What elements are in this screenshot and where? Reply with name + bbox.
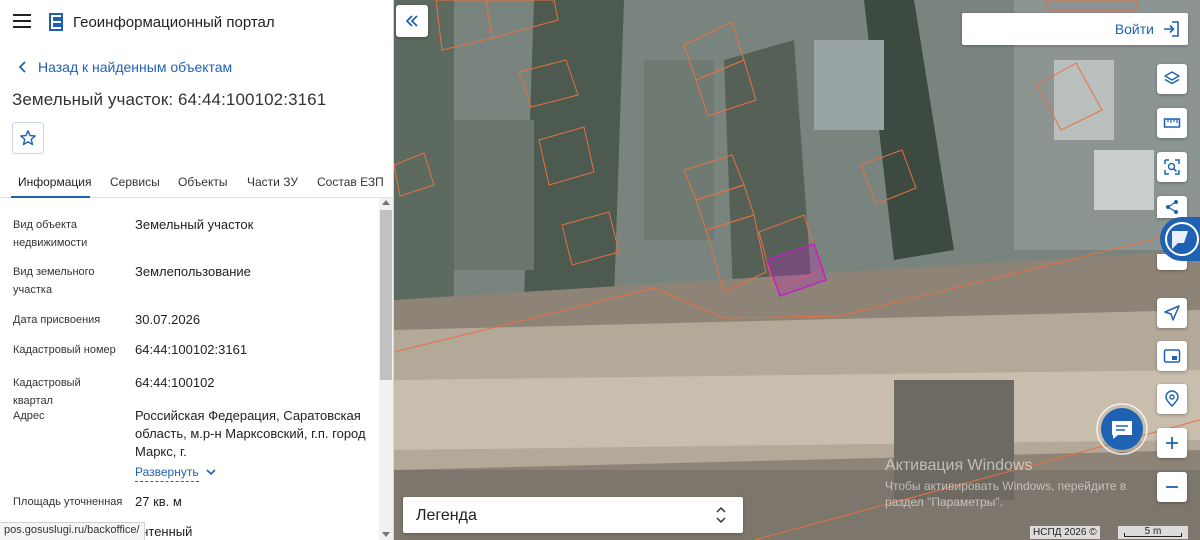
active-tab-indicator bbox=[11, 196, 90, 198]
assistant-icon bbox=[1160, 217, 1200, 261]
select-area-button[interactable] bbox=[1157, 152, 1187, 182]
windows-activation-line1: Чтобы активировать Windows, перейдите в bbox=[885, 479, 1127, 493]
chat-icon bbox=[1096, 403, 1148, 455]
menu-icon[interactable] bbox=[13, 14, 31, 28]
panel-header: Геоинформационный портал bbox=[0, 0, 393, 44]
windows-activation-title: Активация Windows bbox=[885, 457, 1033, 474]
info-label: Вид объекта недвижимости bbox=[13, 219, 88, 249]
chevron-down-icon bbox=[206, 468, 216, 475]
info-list: Вид объекта недвижимости Земельный участ… bbox=[0, 200, 378, 540]
panel-scrollbar[interactable] bbox=[379, 198, 393, 540]
login-label: Войти bbox=[1114, 21, 1154, 37]
ruler-icon bbox=[1163, 118, 1181, 128]
info-label: Площадь уточненная bbox=[13, 496, 123, 508]
tab-information[interactable]: Информация bbox=[18, 175, 91, 189]
zoom-in-button[interactable] bbox=[1157, 428, 1187, 458]
browser-status-url: pos.gosuslugi.ru/backoffice/ bbox=[0, 522, 145, 540]
picture-in-picture-icon bbox=[1163, 349, 1181, 363]
partially-hidden-text: /чтенный bbox=[138, 524, 193, 539]
scroll-up-arrow-icon[interactable] bbox=[382, 200, 390, 205]
object-tabs: Информация Сервисы Объекты Части ЗУ Сост… bbox=[0, 168, 393, 198]
info-value: Земельный участок bbox=[135, 217, 254, 232]
windows-activation-line2: раздел "Параметры". bbox=[885, 495, 1003, 509]
info-value: Землепользование bbox=[135, 264, 251, 279]
object-title: Земельный участок: 64:44:100102:3161 bbox=[12, 90, 327, 109]
scale-bar bbox=[1124, 533, 1182, 537]
portal-title: Геоинформационный портал bbox=[73, 14, 275, 31]
info-label: Кадастровый квартал bbox=[13, 377, 81, 407]
back-to-results-link[interactable]: Назад к найденным объектам bbox=[14, 58, 232, 76]
info-value: 64:44:100102 bbox=[135, 375, 215, 390]
share-icon bbox=[1166, 200, 1178, 214]
minimap-button[interactable] bbox=[1157, 341, 1187, 371]
zoom-in-icon bbox=[1166, 437, 1178, 449]
layers-button[interactable] bbox=[1157, 64, 1187, 94]
legend-label: Легенда bbox=[416, 507, 477, 524]
expand-label: Развернуть bbox=[135, 463, 199, 482]
login-button[interactable]: Войти bbox=[962, 13, 1188, 45]
star-icon bbox=[20, 130, 36, 146]
tab-ezp-composition[interactable]: Состав ЕЗП bbox=[317, 175, 384, 189]
back-link-label: Назад к найденным объектам bbox=[38, 59, 233, 75]
my-location-button[interactable] bbox=[1157, 384, 1187, 414]
favorite-button[interactable] bbox=[12, 122, 44, 154]
chat-button[interactable] bbox=[1096, 403, 1148, 455]
measure-button[interactable] bbox=[1157, 108, 1187, 138]
info-value: 30.07.2026 bbox=[135, 312, 201, 327]
chevron-left-icon bbox=[18, 61, 26, 73]
info-value: 27 кв. м bbox=[135, 494, 182, 509]
zoom-out-icon bbox=[1166, 486, 1178, 488]
select-area-icon bbox=[1164, 159, 1180, 175]
chevron-up-down-icon bbox=[716, 506, 726, 524]
navigation-icon bbox=[1164, 305, 1180, 321]
info-label: Адрес bbox=[13, 410, 45, 422]
map-copyright: НСПД 2026 © bbox=[1030, 526, 1100, 539]
info-value: 64:44:100102:3161 bbox=[135, 342, 248, 357]
satellite-imagery bbox=[394, 0, 1200, 540]
info-label: Вид земельного участка bbox=[13, 266, 95, 296]
map-scale: 5 m bbox=[1118, 526, 1188, 539]
layers-icon bbox=[1164, 71, 1180, 85]
legend-dropdown[interactable]: Легенда bbox=[403, 497, 743, 533]
expand-address-button[interactable]: Развернуть bbox=[135, 463, 219, 482]
scrollbar-thumb[interactable] bbox=[380, 210, 392, 380]
address-value: Российская Федерация, Саратовская област… bbox=[135, 408, 366, 459]
assistant-button[interactable] bbox=[1158, 215, 1200, 263]
scroll-down-arrow-icon[interactable] bbox=[382, 532, 390, 537]
info-label: Кадастровый номер bbox=[13, 344, 116, 356]
zoom-out-button[interactable] bbox=[1157, 472, 1187, 502]
info-label: Дата присвоения bbox=[13, 314, 101, 326]
login-icon bbox=[1164, 21, 1179, 37]
address-expand-row: Развернуть bbox=[135, 463, 371, 482]
tab-parcel-parts[interactable]: Части ЗУ bbox=[247, 175, 298, 189]
navigation-button[interactable] bbox=[1157, 298, 1187, 328]
side-panel: Геоинформационный портал Назад к найденн… bbox=[0, 0, 394, 540]
tab-services[interactable]: Сервисы bbox=[110, 175, 160, 189]
collapse-panel-button[interactable] bbox=[396, 5, 428, 37]
map-view[interactable]: Активация Windows Чтобы активировать Win… bbox=[394, 0, 1200, 540]
double-chevron-left-icon bbox=[405, 15, 418, 27]
location-icon bbox=[1165, 390, 1179, 408]
tab-objects[interactable]: Объекты bbox=[178, 175, 228, 189]
portal-logo-icon bbox=[49, 13, 63, 31]
